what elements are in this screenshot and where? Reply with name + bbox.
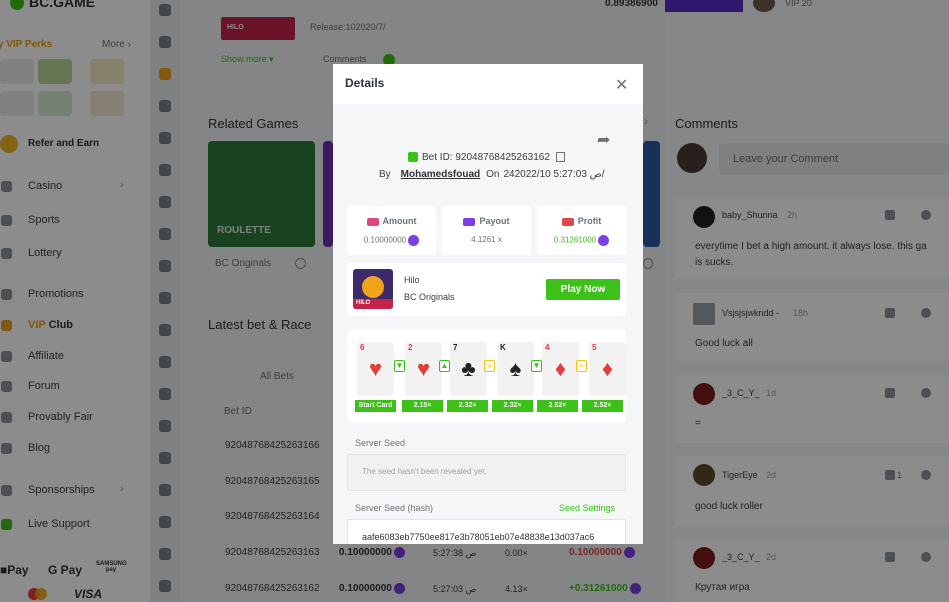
game-provider: BC Originals [404, 292, 455, 302]
bet-byline: By Mohamedsfouad On 24ص 5:27:03 2022/10/ [379, 169, 605, 180]
details-dialog: Details ✕ ➦ Bet ID: 92048768425263162 By… [333, 64, 643, 544]
game-name: Hilo [404, 275, 420, 285]
skip-arrow-icon: » [484, 360, 495, 372]
user-link[interactable]: Mohamedsfouad [401, 169, 480, 180]
game-info: HILO Hilo BC Originals Play Now [347, 263, 626, 316]
server-seed-hash-label: Server Seed (hash) [355, 503, 434, 513]
stat-amount: Amount 0.10000000 [347, 206, 436, 255]
multiplier-badge: 2.32× [447, 400, 488, 412]
playing-card: 5 ♦ [589, 342, 626, 396]
higher-arrow-icon: ▲ [439, 360, 450, 372]
playing-card: 4 ♦ [542, 342, 579, 396]
copy-icon[interactable] [555, 152, 565, 163]
shield-icon [408, 152, 418, 163]
playing-card: 7 ♣ [450, 342, 487, 396]
playing-card: 2 ♥ [405, 342, 442, 396]
multiplier-badge: 2.32× [492, 400, 533, 412]
bet-id: Bet ID: 92048768425263162 [408, 152, 565, 163]
coin-icon [408, 235, 420, 246]
playing-card: 6 ♥ [357, 342, 394, 396]
seed-settings-link[interactable]: Seed Settings [559, 503, 615, 513]
dialog-header: Details ✕ [333, 64, 643, 104]
profit-icon [561, 217, 574, 226]
card-history: 6 ♥ ▼ 2 ♥ ▲ 7 ♣ » K ♠ ▼ 4 ♦ » 5 ♦ Start Card 2… [347, 330, 626, 422]
lower-arrow-icon: ▼ [531, 360, 542, 372]
server-seed-label: Server Seed [355, 438, 406, 448]
close-icon[interactable]: ✕ [615, 75, 628, 95]
skip-arrow-icon: » [576, 360, 587, 372]
hilo-game-thumbnail[interactable]: HILO [353, 269, 393, 309]
payout-icon [463, 217, 476, 226]
lower-arrow-icon: ▼ [394, 360, 405, 372]
multiplier-badge: 2.15× [402, 400, 443, 412]
server-seed-hash-field[interactable]: aafe6083eb7750ee817e3b78051eb07e48838e13… [347, 519, 626, 544]
multiplier-badge: Start Card [355, 400, 396, 412]
server-seed-field[interactable]: The seed hasn't been revealed yet. [347, 454, 626, 491]
coin-icon [598, 235, 610, 246]
playing-card: K ♠ [497, 342, 534, 396]
stat-profit: Profit 0.31261000 [537, 206, 626, 255]
amount-icon [366, 217, 379, 226]
stat-payout: Payout 4.1261 x [442, 206, 531, 255]
multiplier-badge: 2.52× [537, 400, 578, 412]
play-now-button[interactable]: Play Now [546, 279, 620, 300]
multiplier-badge: 2.52× [582, 400, 623, 412]
share-icon[interactable]: ➦ [597, 130, 610, 150]
dialog-title: Details [345, 76, 385, 90]
